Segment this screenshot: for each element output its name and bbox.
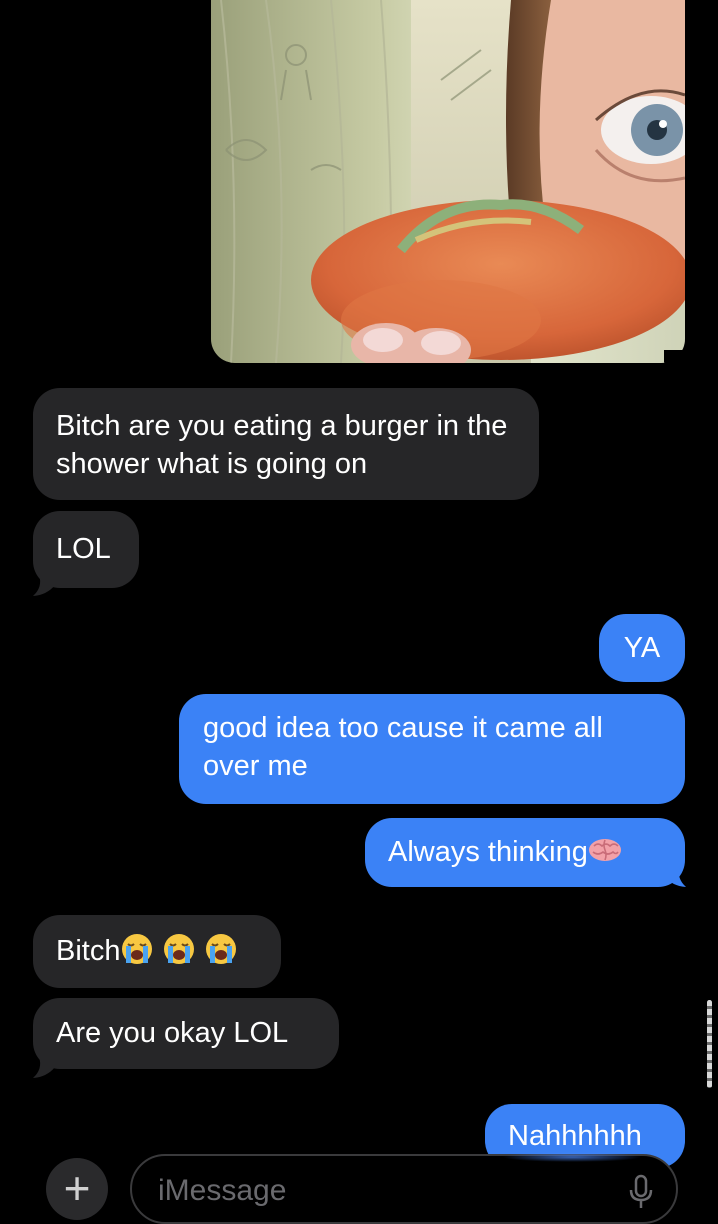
message-text: Bitch are you eating a burger in the sho…	[56, 410, 508, 480]
message-text: LOL	[56, 533, 111, 565]
message-text: YA	[623, 632, 661, 664]
incoming-bubble-tail	[33, 1057, 55, 1078]
photo-image	[211, 0, 685, 363]
plus-icon[interactable]: +	[46, 1158, 108, 1220]
incoming-message-bubble[interactable]: Bitch	[33, 915, 281, 988]
message-text: Bitch	[56, 935, 121, 967]
photo-message[interactable]	[211, 0, 685, 363]
incoming-message-bubble[interactable]: Bitch are you eating a burger in the sho…	[33, 388, 539, 500]
crying-face-icon	[122, 934, 153, 965]
input-placeholder: iMessage	[158, 1174, 287, 1207]
crying-face-icon	[206, 934, 237, 965]
message-text: Always thinking	[388, 836, 588, 868]
microphone-icon[interactable]	[628, 1174, 654, 1210]
photo-bubble-tail	[664, 350, 686, 378]
outgoing-bubble-tail	[664, 866, 686, 887]
scroll-indicator[interactable]	[707, 1000, 712, 1088]
outgoing-message-bubble[interactable]: Always thinking	[365, 818, 685, 887]
input-glow	[502, 1152, 642, 1162]
incoming-bubble-tail	[33, 575, 55, 596]
message-text: Nahhhhhh	[508, 1120, 642, 1152]
message-thread: Bitch are you eating a burger in the sho…	[0, 0, 718, 1224]
message-text: Are you okay LOL	[56, 1017, 289, 1049]
incoming-message-bubble[interactable]: Are you okay LOL	[33, 998, 339, 1069]
imessage-input[interactable]: iMessage	[130, 1152, 678, 1224]
outgoing-message-bubble[interactable]: good idea too cause it came all over me	[179, 694, 685, 804]
crying-face-icon	[164, 934, 195, 965]
message-text: good idea too cause it came all over me	[203, 712, 603, 782]
brain-emoji-icon	[588, 839, 621, 862]
plus-symbol: +	[63, 1162, 91, 1214]
outgoing-message-bubble[interactable]: YA	[599, 614, 685, 682]
